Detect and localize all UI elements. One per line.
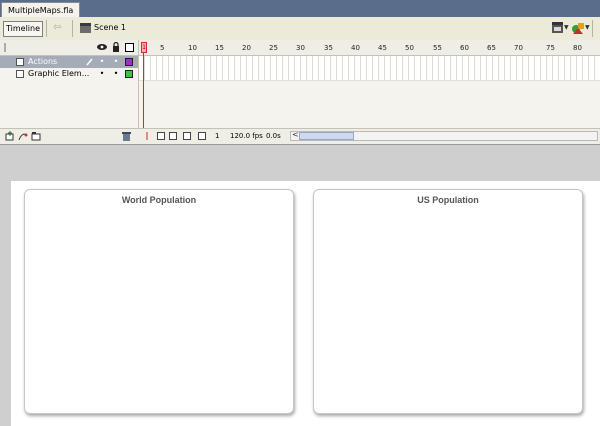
layer-row-actions[interactable]: Actions • • xyxy=(0,56,138,68)
panel-title: US Population xyxy=(417,195,479,205)
panel-title: World Population xyxy=(121,195,197,205)
ruler-tick-label: 45 xyxy=(378,44,387,52)
timeline-toggle-button[interactable]: Timeline xyxy=(3,21,43,37)
lock-dot[interactable]: • xyxy=(113,56,119,68)
ruler-tick-label: 25 xyxy=(269,44,278,52)
insert-folder-icon[interactable] xyxy=(31,131,41,141)
frame-rate: 120.0 fps xyxy=(230,132,263,140)
document-tab-bar: MultipleMaps.fla xyxy=(0,0,600,18)
toolbar-separator xyxy=(46,20,47,37)
ruler-tick-label: 30 xyxy=(296,44,305,52)
edit-scene-icon[interactable] xyxy=(551,21,565,35)
ruler-tick-label: 10 xyxy=(188,44,197,52)
current-frame: 1 xyxy=(215,132,220,140)
toolbar-separator xyxy=(72,20,73,37)
add-motion-guide-icon[interactable] xyxy=(18,131,28,141)
scroll-left-arrow-icon[interactable]: < xyxy=(292,130,299,139)
lock-dot[interactable]: • xyxy=(113,68,119,80)
lock-icon[interactable] xyxy=(112,42,120,52)
ruler-tick-label: 80 xyxy=(573,44,582,52)
edit-bar: Timeline ⇦ Scene 1 ▼ ▼ xyxy=(0,17,600,41)
layer-name: Graphic Elem... xyxy=(28,69,90,78)
chevron-down-icon[interactable]: ▼ xyxy=(564,25,570,31)
playhead[interactable]: 1 xyxy=(141,40,147,128)
ruler-tick-label: 5 xyxy=(160,44,165,52)
onion-skin-icon[interactable] xyxy=(157,132,165,140)
chevron-down-icon[interactable]: ▼ xyxy=(585,25,591,31)
frame-ruler[interactable]: 5 10 15 20 25 30 35 40 45 50 55 60 65 70… xyxy=(139,40,600,56)
timeline-panel: Actions • • Graphic Elem... • • 5 10 15 … xyxy=(0,40,600,144)
ruler-tick-label: 70 xyxy=(514,44,523,52)
elapsed-time: 0.0s xyxy=(266,132,281,140)
layer-row-graphic-elements[interactable]: Graphic Elem... • • xyxy=(0,68,138,80)
scene-label[interactable]: Scene 1 xyxy=(94,22,126,34)
back-arrow-icon[interactable]: ⇦ xyxy=(53,22,65,34)
edit-multiple-frames-icon[interactable] xyxy=(183,132,191,140)
layers-header xyxy=(0,40,138,56)
frame-row-graphic-elements[interactable] xyxy=(139,68,600,81)
ruler-tick-label: 50 xyxy=(405,44,414,52)
insert-layer-icon[interactable] xyxy=(5,131,15,141)
modify-onion-markers-icon[interactable] xyxy=(198,132,206,140)
ruler-tick-label: 15 xyxy=(215,44,224,52)
ruler-tick-label: 40 xyxy=(351,44,360,52)
world-population-panel[interactable]: World Population xyxy=(24,189,294,414)
layer-color-swatch[interactable] xyxy=(125,58,133,66)
pencil-icon xyxy=(86,58,93,66)
document-tab[interactable]: MultipleMaps.fla xyxy=(1,2,81,18)
ruler-tick-label: 75 xyxy=(546,44,555,52)
edit-symbols-icon[interactable] xyxy=(571,21,585,35)
ruler-tick-label: 65 xyxy=(487,44,496,52)
grip-icon[interactable] xyxy=(4,43,6,52)
visibility-dot[interactable]: • xyxy=(99,68,105,80)
layer-name: Actions xyxy=(28,57,58,66)
outline-icon[interactable] xyxy=(125,43,134,52)
playhead-frame-number[interactable]: 1 xyxy=(141,42,147,53)
trash-icon[interactable] xyxy=(122,131,131,141)
layer-color-swatch[interactable] xyxy=(125,70,133,78)
layer-icon xyxy=(16,70,24,78)
layer-icon xyxy=(16,58,24,66)
frames-area[interactable]: 5 10 15 20 25 30 35 40 45 50 55 60 65 70… xyxy=(138,40,600,128)
ruler-tick-label: 35 xyxy=(324,44,333,52)
playhead-line xyxy=(143,53,144,128)
us-population-panel[interactable]: US Population xyxy=(313,189,583,414)
center-frame-icon[interactable] xyxy=(143,132,151,140)
onion-skin-outlines-icon[interactable] xyxy=(169,132,177,140)
toolbar-separator xyxy=(592,20,593,37)
ruler-tick-label: 55 xyxy=(433,44,442,52)
ruler-tick-label: 60 xyxy=(460,44,469,52)
ruler-tick-label: 20 xyxy=(242,44,251,52)
timeline-status-bar: 1 120.0 fps 0.0s < xyxy=(0,128,600,144)
eye-icon[interactable] xyxy=(97,43,107,51)
timeline-horizontal-scrollbar[interactable]: < xyxy=(290,130,598,141)
clapperboard-icon xyxy=(80,23,91,33)
scrollbar-thumb[interactable] xyxy=(299,132,354,140)
visibility-dot[interactable]: • xyxy=(99,56,105,68)
